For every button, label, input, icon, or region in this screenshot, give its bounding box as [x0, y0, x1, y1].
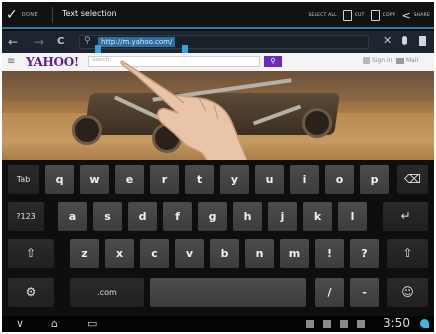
- key-j[interactable]: j: [268, 202, 297, 231]
- search-icon: ⚲: [84, 36, 91, 46]
- notification-icon[interactable]: [357, 320, 365, 328]
- action-bar-actions: SELECT ALL CUT COPY < SHARE: [308, 5, 430, 25]
- key-space[interactable]: [150, 278, 306, 307]
- selection-handle-start[interactable]: [95, 45, 101, 53]
- done-button[interactable]: ✓ DONE: [6, 6, 38, 24]
- key-t[interactable]: t: [185, 165, 214, 194]
- key-enter[interactable]: ↵: [383, 202, 428, 231]
- key-b[interactable]: b: [210, 239, 239, 268]
- key-c[interactable]: c: [140, 239, 169, 268]
- cut-label: CUT: [354, 12, 365, 18]
- wifi-icon: [420, 319, 429, 328]
- mail-icon: [396, 58, 404, 64]
- share-label: SHARE: [413, 12, 430, 18]
- sign-in-link[interactable]: Sign in: [372, 57, 392, 64]
- pointing-hand-image: [120, 60, 248, 160]
- recents-icon[interactable]: ▭: [87, 317, 97, 331]
- search-icon: ⚲: [270, 57, 276, 65]
- key-settings[interactable]: ⚙: [8, 278, 54, 307]
- on-screen-keyboard: Tab q w e r t y u i o p ⌫ ?123 a s d f g…: [2, 160, 434, 316]
- mail-link[interactable]: Mail: [406, 57, 418, 64]
- key-d[interactable]: d: [128, 202, 157, 231]
- notification-icon[interactable]: [340, 320, 348, 328]
- browser-toolbar: ← → C ⚲ http://m.yahoo.com/ ✕: [2, 31, 434, 53]
- done-label: DONE: [21, 12, 39, 18]
- rover-wheel: [302, 108, 332, 138]
- key-emoji[interactable]: ☺: [387, 278, 428, 307]
- key-u[interactable]: u: [255, 165, 284, 194]
- key-v[interactable]: v: [175, 239, 204, 268]
- system-navigation-bar: ∨ ⌂ ▭ 3:50: [2, 316, 434, 332]
- web-page-content: ≡ YAHOO! Search ⚲ Sign in Mail: [2, 53, 434, 160]
- key-symbols[interactable]: ?123: [8, 202, 44, 231]
- key-n[interactable]: n: [245, 239, 274, 268]
- url-text-selected[interactable]: http://m.yahoo.com/: [98, 37, 176, 47]
- copy-button[interactable]: COPY: [370, 9, 396, 21]
- cut-button[interactable]: CUT: [342, 9, 365, 21]
- key-x[interactable]: x: [105, 239, 134, 268]
- cut-icon: [342, 9, 352, 21]
- share-button[interactable]: < SHARE: [401, 9, 430, 22]
- notification-icon[interactable]: [306, 320, 314, 328]
- reload-button[interactable]: C: [57, 34, 64, 50]
- key-w[interactable]: w: [80, 165, 109, 194]
- selection-handle-end[interactable]: [182, 45, 188, 53]
- key-a[interactable]: a: [58, 202, 87, 231]
- key-h[interactable]: h: [233, 202, 262, 231]
- key-f[interactable]: f: [163, 202, 192, 231]
- home-icon[interactable]: ⌂: [51, 317, 58, 331]
- key-q[interactable]: q: [45, 165, 74, 194]
- search-button[interactable]: ⚲: [264, 56, 282, 67]
- select-all-button[interactable]: SELECT ALL: [308, 13, 336, 18]
- key-shift-right[interactable]: ⇧: [387, 239, 428, 268]
- copy-label: COPY: [382, 12, 396, 18]
- key-r[interactable]: r: [150, 165, 179, 194]
- key-e[interactable]: e: [115, 165, 144, 194]
- key-s[interactable]: s: [93, 202, 122, 231]
- menu-icon[interactable]: ≡: [7, 56, 15, 67]
- key-exclamation[interactable]: !: [315, 239, 344, 268]
- key-g[interactable]: g: [198, 202, 227, 231]
- select-all-label: SELECT ALL: [308, 12, 337, 18]
- back-button[interactable]: ←: [8, 34, 18, 50]
- microphone-icon[interactable]: [402, 36, 407, 45]
- rover-wheel: [72, 115, 102, 145]
- bookmark-icon[interactable]: [419, 36, 426, 46]
- url-field[interactable]: ⚲ http://m.yahoo.com/: [79, 35, 369, 49]
- check-icon: ✓: [6, 7, 18, 23]
- divider: [52, 7, 53, 23]
- key-m[interactable]: m: [280, 239, 309, 268]
- key-k[interactable]: k: [303, 202, 332, 231]
- key-p[interactable]: p: [360, 165, 389, 194]
- notification-icon[interactable]: [323, 320, 331, 328]
- forward-button[interactable]: →: [34, 34, 44, 50]
- key-tab[interactable]: Tab: [8, 165, 39, 194]
- text-selection-action-bar: ✓ DONE Text selection SELECT ALL CUT COP…: [2, 2, 434, 29]
- user-icon: [363, 57, 370, 64]
- close-icon[interactable]: ✕: [383, 34, 392, 47]
- key-backspace[interactable]: ⌫: [397, 165, 428, 194]
- key-y[interactable]: y: [220, 165, 249, 194]
- copy-icon: [370, 9, 380, 21]
- action-bar-title: Text selection: [62, 9, 117, 18]
- tablet-screen: ✓ DONE Text selection SELECT ALL CUT COP…: [2, 2, 434, 332]
- back-icon[interactable]: ∨: [16, 317, 24, 331]
- key-slash[interactable]: /: [315, 278, 344, 307]
- key-i[interactable]: i: [290, 165, 319, 194]
- status-clock[interactable]: 3:50: [383, 316, 410, 330]
- key-question[interactable]: ?: [350, 239, 379, 268]
- key-shift-left[interactable]: ⇧: [8, 239, 54, 268]
- search-placeholder: Search: [92, 57, 110, 63]
- key-l[interactable]: l: [338, 202, 367, 231]
- key-dotcom[interactable]: .com: [70, 278, 144, 307]
- yahoo-logo[interactable]: YAHOO!: [26, 55, 79, 69]
- key-o[interactable]: o: [325, 165, 354, 194]
- key-dash[interactable]: -: [350, 278, 379, 307]
- share-icon: <: [401, 8, 411, 22]
- key-z[interactable]: z: [70, 239, 99, 268]
